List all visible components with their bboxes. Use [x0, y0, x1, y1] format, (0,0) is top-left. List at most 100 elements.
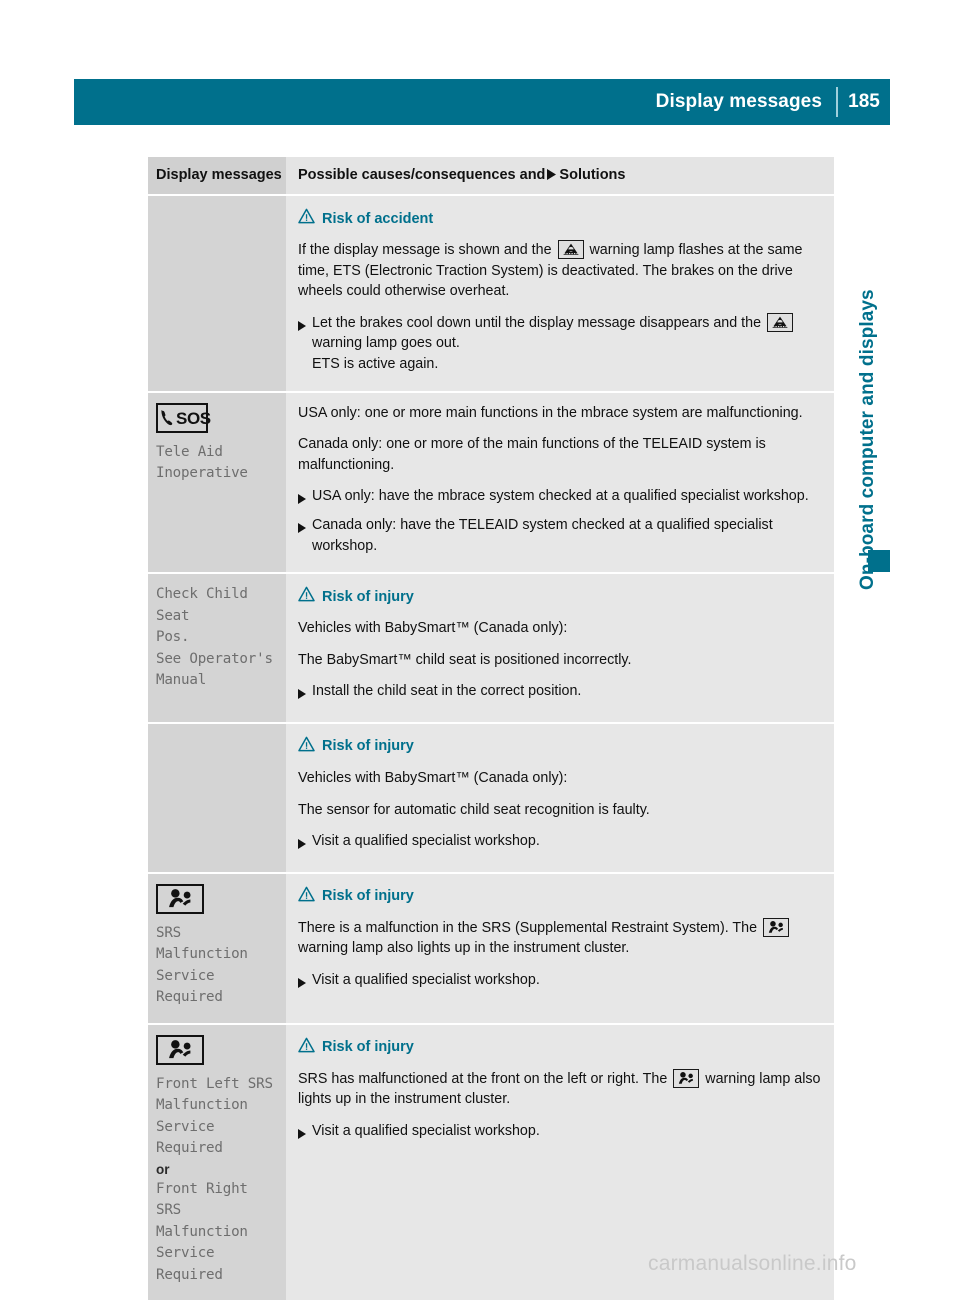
- warning-heading: Risk of injury: [298, 886, 822, 907]
- page-header-bar: Display messages 185: [74, 79, 890, 125]
- table-row: Check Child Seat Pos. See Operator's Man…: [148, 574, 834, 724]
- solution-arrow-icon: [298, 313, 312, 375]
- inline-text: USA only: one or more main functions in …: [298, 404, 803, 421]
- chapter-side-tab: On-board computer and displays: [846, 150, 890, 590]
- inline-text: If the display message is shown and the: [298, 242, 556, 258]
- srs-airbag-lamp: [673, 1068, 700, 1088]
- solution-arrow-icon: [298, 831, 312, 856]
- warning-heading-label: Risk of injury: [322, 888, 414, 905]
- warning-heading-label: Risk of injury: [322, 588, 414, 605]
- solution-bullet: Visit a qualified specialist workshop.: [298, 1121, 822, 1146]
- cause-paragraph: Vehicles with BabySmart™ (Canada only):: [298, 618, 822, 639]
- inline-text: warning lamp goes out.: [312, 335, 460, 352]
- cause-paragraph: If the display message is shown and the …: [298, 240, 822, 302]
- inline-text: The BabySmart™ child seat is positioned …: [298, 651, 632, 668]
- display-message-text: Front Left SRS Malfunction Service Requi…: [156, 1075, 273, 1157]
- warning-heading: Risk of accident: [298, 208, 822, 229]
- cause-paragraph: USA only: one or more main functions in …: [298, 403, 822, 424]
- warning-triangle-icon: [298, 736, 315, 757]
- inline-text: ETS is active again.: [312, 355, 439, 372]
- row-display-message-cell: Check Child Seat Pos. See Operator's Man…: [148, 574, 286, 722]
- solution-text: USA only: have the mbrace system checked…: [312, 486, 822, 511]
- warning-triangle-icon: [298, 1037, 315, 1058]
- sos-call-icon: SOS: [156, 402, 211, 433]
- solution-arrow-icon: [298, 970, 312, 995]
- cause-paragraph: Vehicles with BabySmart™ (Canada only):: [298, 768, 822, 789]
- warning-triangle-icon: [298, 208, 315, 229]
- display-messages-table: Display messages Possible causes/consequ…: [148, 157, 834, 1302]
- solution-text: Visit a qualified specialist workshop.: [312, 1121, 822, 1146]
- solution-bullet: Visit a qualified specialist workshop.: [298, 831, 822, 856]
- row-display-message-cell: SOS Tele Aid Inoperative: [148, 392, 286, 573]
- solution-arrow-icon: [298, 1121, 312, 1146]
- warning-triangle-icon: [298, 586, 315, 607]
- warning-heading-label: Risk of accident: [322, 210, 434, 227]
- ets-warning-lamp: [557, 240, 584, 259]
- inline-text: There is a malfunction in the SRS (Suppl…: [298, 919, 762, 936]
- solutions-arrow-icon: [547, 167, 557, 185]
- chapter-side-tab-label: On-board computer and displays: [857, 289, 878, 590]
- inline-text: The sensor for automatic child seat reco…: [298, 801, 650, 818]
- table-header-cell-left: Display messages: [148, 157, 286, 194]
- inline-text: USA only: have the mbrace system checked…: [312, 488, 809, 505]
- cause-paragraph: The sensor for automatic child seat reco…: [298, 800, 822, 821]
- inline-text: Visit a qualified specialist workshop.: [312, 1122, 540, 1139]
- table-row: SRS Malfunction Service Required Risk of …: [148, 873, 834, 1025]
- inline-text: Install the child seat in the correct po…: [312, 683, 582, 700]
- column-header-display-messages: Display messages: [156, 167, 282, 183]
- display-message-text-alt: Front Right SRS Malfunction Service Requ…: [156, 1180, 248, 1283]
- solution-text: Let the brakes cool down until the displ…: [312, 312, 822, 375]
- warning-triangle-icon: [298, 886, 315, 907]
- row-display-message-cell: [148, 723, 286, 872]
- column-header-causes-prefix: Possible causes/consequences and: [298, 167, 546, 183]
- inline-text: Vehicles with BabySmart™ (Canada only):: [298, 769, 568, 786]
- table-header-cell-right: Possible causes/consequences and Solution…: [286, 157, 834, 194]
- inline-text: Canada only: have the TELEAID system che…: [312, 516, 773, 554]
- column-header-causes-suffix: Solutions: [559, 167, 626, 183]
- inline-text: Let the brakes cool down until the displ…: [312, 314, 766, 331]
- row-display-message-cell: [148, 196, 286, 391]
- display-message-text: SRS Malfunction Service Required: [156, 924, 248, 1006]
- warning-heading-label: Risk of injury: [322, 1039, 414, 1056]
- sos-icon-label: SOS: [176, 408, 211, 428]
- inline-text: SRS has malfunctioned at the front on th…: [298, 1070, 672, 1087]
- warning-heading: Risk of injury: [298, 586, 822, 607]
- inline-text: warning lamp also lights up in the instr…: [298, 940, 630, 957]
- site-watermark: carmanualsonline.info: [648, 1252, 857, 1275]
- warning-heading: Risk of injury: [298, 1037, 822, 1058]
- srs-airbag-lamp: [763, 917, 790, 937]
- solution-bullet: USA only: have the mbrace system checked…: [298, 486, 822, 511]
- solution-bullet: Visit a qualified specialist workshop.: [298, 970, 822, 995]
- inline-text: Canada only: one or more of the main fun…: [298, 436, 766, 473]
- page-number: 185: [848, 91, 880, 112]
- solution-text: Install the child seat in the correct po…: [312, 681, 822, 706]
- ets-warning-lamp: [767, 312, 794, 332]
- solution-arrow-icon: [298, 515, 312, 556]
- cause-paragraph: Canada only: one or more of the main fun…: [298, 434, 822, 475]
- warning-heading: Risk of injury: [298, 736, 822, 757]
- solution-bullet: Let the brakes cool down until the displ…: [298, 312, 822, 375]
- row-causes-solutions-cell: Risk of accident If the display message i…: [286, 196, 834, 391]
- row-causes-solutions-cell: Risk of injury Vehicles with BabySmart™ (…: [286, 574, 834, 722]
- row-display-message-cell: SRS Malfunction Service Required: [148, 873, 286, 1023]
- solution-arrow-icon: [298, 486, 312, 511]
- table-row: Risk of accident If the display message i…: [148, 196, 834, 393]
- warning-heading-label: Risk of injury: [322, 738, 414, 755]
- row-causes-solutions-cell: USA only: one or more main functions in …: [286, 392, 834, 573]
- solution-text: Visit a qualified specialist workshop.: [312, 970, 822, 995]
- solution-arrow-icon: [298, 681, 312, 706]
- cause-paragraph: There is a malfunction in the SRS (Suppl…: [298, 917, 822, 959]
- table-header-row: Display messages Possible causes/consequ…: [148, 157, 834, 196]
- table-body: Risk of accident If the display message i…: [148, 196, 834, 1302]
- inline-text: Visit a qualified specialist workshop.: [312, 971, 540, 988]
- solution-text: Canada only: have the TELEAID system che…: [312, 515, 822, 556]
- solution-bullet: Install the child seat in the correct po…: [298, 681, 822, 706]
- chapter-marker-square: [868, 550, 890, 572]
- inline-text: Visit a qualified specialist workshop.: [312, 833, 540, 850]
- page-title: Display messages: [655, 91, 822, 112]
- cause-paragraph: SRS has malfunctioned at the front on th…: [298, 1068, 822, 1110]
- row-display-message-cell: Front Left SRS Malfunction Service Requi…: [148, 1024, 286, 1301]
- srs-airbag-icon: [156, 883, 204, 914]
- display-message-text: Check Child Seat Pos. See Operator's Man…: [156, 586, 273, 689]
- row-causes-solutions-cell: Risk of injury There is a malfunction in …: [286, 873, 834, 1023]
